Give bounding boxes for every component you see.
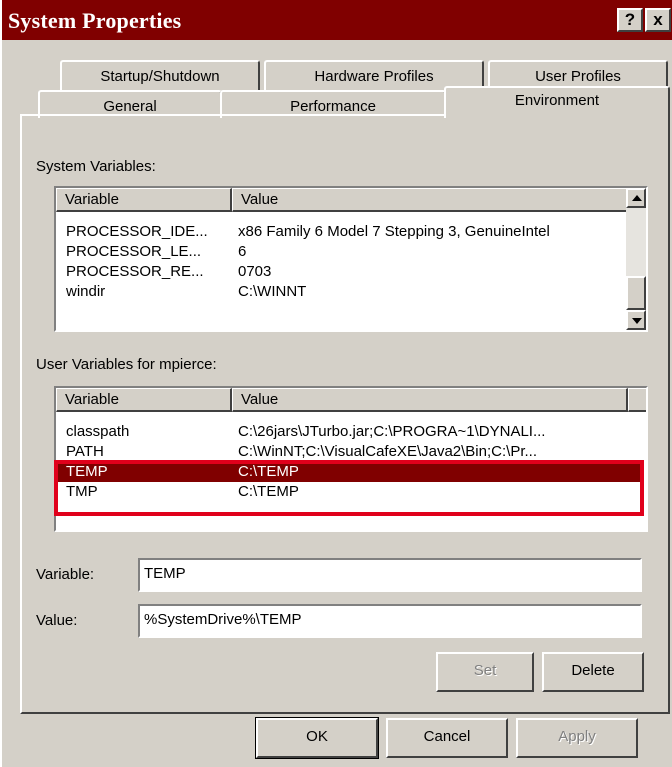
system-variables-list[interactable]: Variable Value PROCESSOR_IDE... x86 Famil… bbox=[54, 186, 648, 332]
tab-label: Startup/Shutdown bbox=[100, 68, 220, 85]
col-header-value[interactable]: Value bbox=[232, 388, 628, 412]
scroll-thumb[interactable] bbox=[626, 276, 646, 310]
tab-label: Hardware Profiles bbox=[314, 68, 434, 85]
title-bar[interactable]: System Properties ? x bbox=[2, 0, 672, 40]
cancel-button[interactable]: Cancel bbox=[386, 718, 508, 758]
help-button[interactable]: ? bbox=[617, 8, 643, 32]
system-properties-window: System Properties ? x Startup/Shutdown H… bbox=[0, 0, 672, 767]
highlight-annotation bbox=[54, 460, 644, 516]
value-field-label: Value: bbox=[36, 612, 78, 629]
tab-startup-shutdown[interactable]: Startup/Shutdown bbox=[60, 60, 260, 90]
variable-input[interactable]: TEMP bbox=[138, 558, 642, 592]
var-name: PROCESSOR_RE... bbox=[66, 263, 204, 280]
system-variables-label: System Variables: bbox=[36, 158, 156, 175]
scroll-down-icon bbox=[632, 318, 642, 324]
col-header-filler bbox=[628, 388, 646, 412]
col-header-variable[interactable]: Variable bbox=[56, 388, 232, 412]
system-variables-text: System Variables: bbox=[36, 158, 156, 175]
scroll-up-icon bbox=[632, 195, 642, 201]
variable-field-label: Variable: bbox=[36, 566, 95, 583]
var-value: x86 Family 6 Model 7 Stepping 3, Genuine… bbox=[238, 223, 550, 240]
var-name: PROCESSOR_LE... bbox=[66, 243, 202, 260]
col-header-variable[interactable]: Variable bbox=[56, 188, 232, 212]
scroll-up-button[interactable] bbox=[626, 188, 646, 208]
delete-button[interactable]: Delete bbox=[542, 652, 644, 692]
var-value: 0703 bbox=[238, 263, 272, 280]
var-value: C:\WINNT bbox=[238, 283, 307, 300]
col-header-value[interactable]: Value bbox=[232, 188, 628, 212]
var-value: C:\26jars\JTurbo.jar;C:\PROGRA~1\DYNALI.… bbox=[238, 423, 546, 440]
window-title: System Properties bbox=[8, 8, 182, 33]
user-variables-label: User Variables for mpierce: bbox=[36, 356, 217, 373]
vertical-scrollbar[interactable] bbox=[626, 188, 646, 330]
var-value: C:\WinNT;C:\VisualCafeXE\Java2\Bin;C:\Pr… bbox=[238, 443, 537, 460]
tab-label: Environment bbox=[514, 92, 600, 109]
var-name: classpath bbox=[66, 423, 130, 440]
apply-button[interactable]: Apply bbox=[516, 718, 638, 758]
tab-label: User Profiles bbox=[535, 68, 621, 85]
close-button[interactable]: x bbox=[645, 8, 671, 32]
var-name: windir bbox=[66, 283, 106, 300]
var-name: PATH bbox=[66, 443, 104, 460]
tab-label: General bbox=[103, 98, 157, 115]
var-name: PROCESSOR_IDE... bbox=[66, 223, 208, 240]
scroll-down-button[interactable] bbox=[626, 310, 646, 330]
tab-label: Performance bbox=[290, 98, 376, 115]
tab-environment[interactable]: Environment bbox=[444, 86, 670, 118]
var-value: 6 bbox=[238, 243, 247, 260]
value-input[interactable]: %SystemDrive%\TEMP bbox=[138, 604, 642, 638]
set-button[interactable]: Set bbox=[436, 652, 534, 692]
ok-button[interactable]: OK bbox=[255, 717, 379, 759]
user-variables-text: User Variables for mpierce: bbox=[36, 356, 217, 373]
